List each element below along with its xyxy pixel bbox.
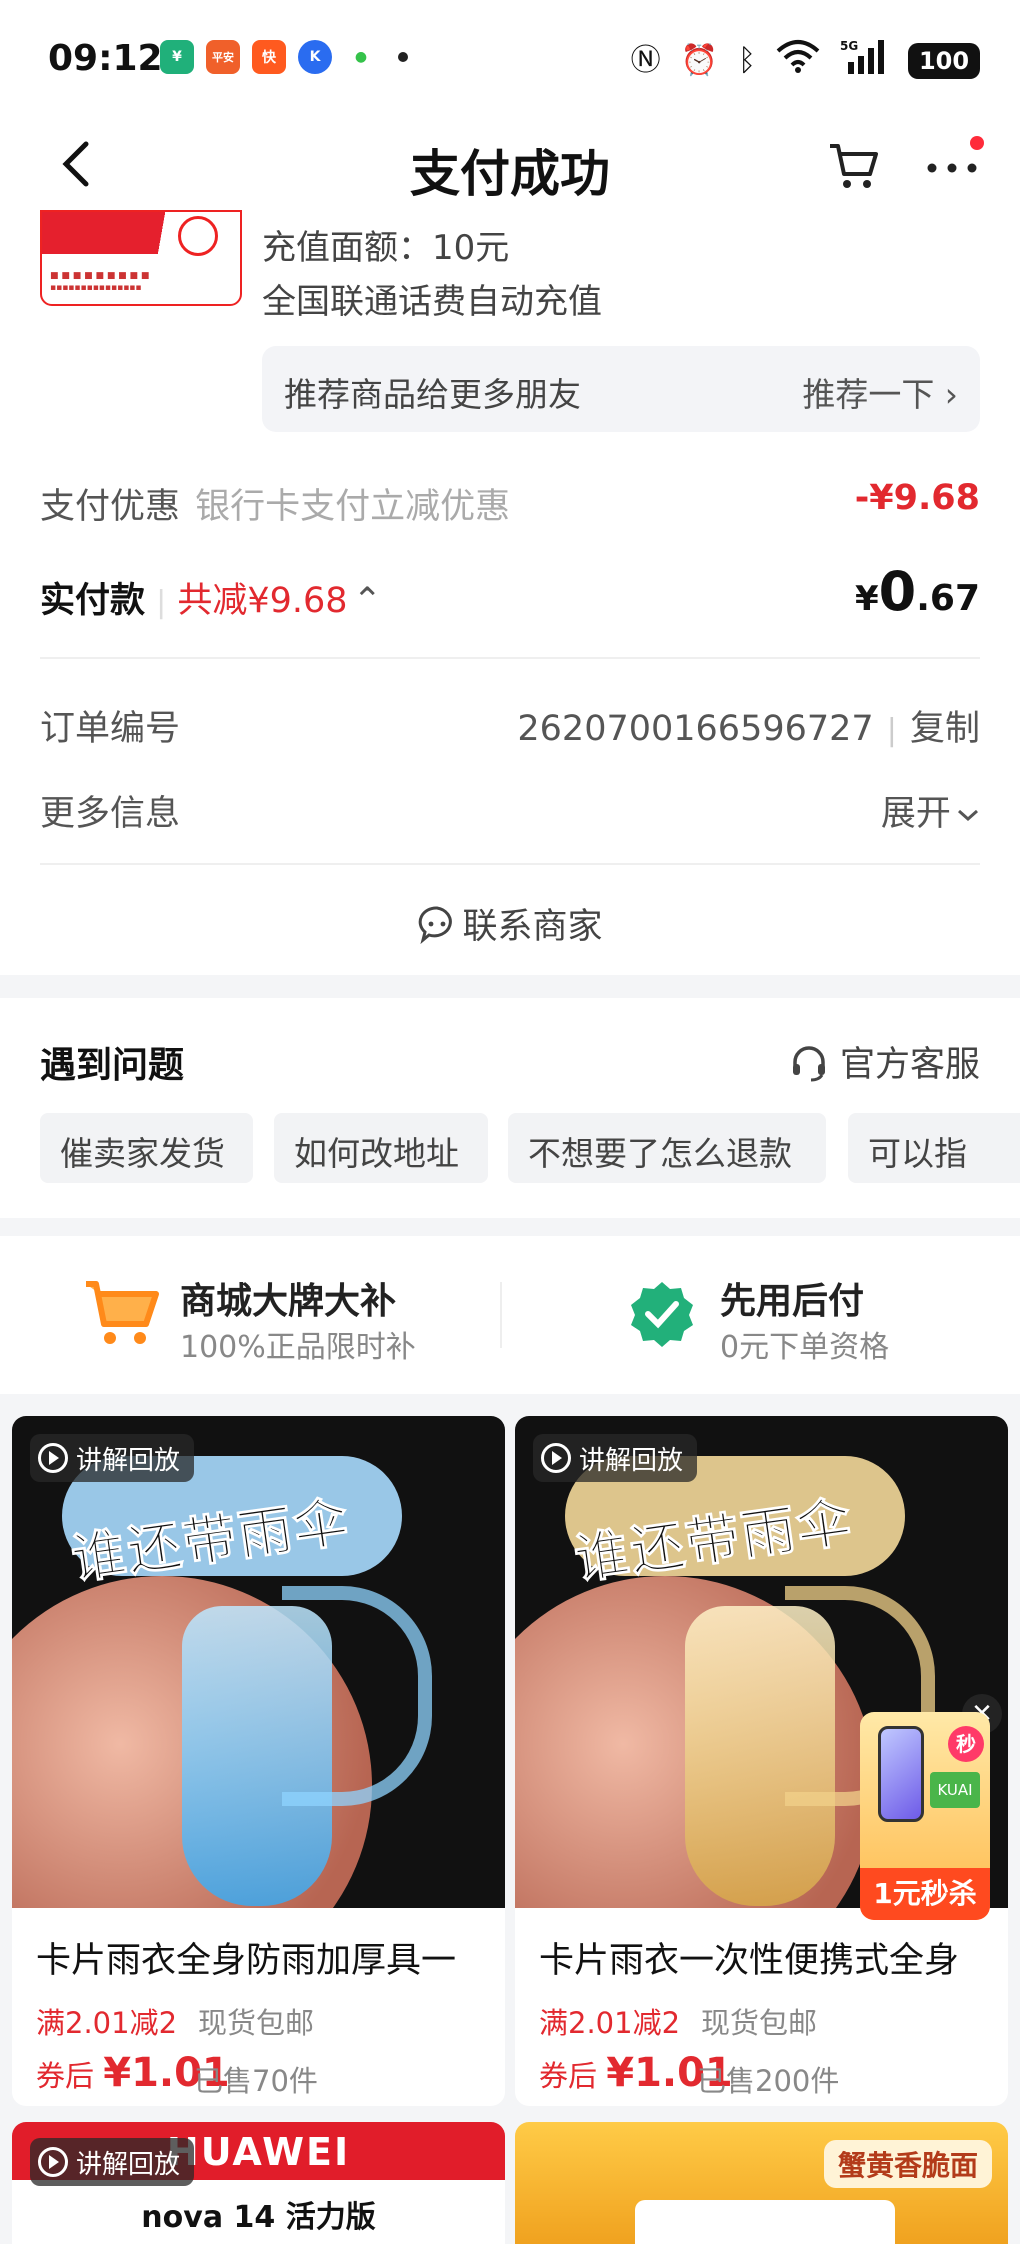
svg-text:5G: 5G [840,39,858,53]
verified-check-icon [631,1282,693,1347]
product-card[interactable]: 蟹黄香脆面 [515,2122,1008,2244]
more-info-row[interactable]: 更多信息 展开 [40,785,980,836]
total-saved[interactable]: 共减¥9.68 [177,581,347,621]
nav-bar: 支付成功 [0,120,1020,210]
chevron-down-icon [958,809,978,822]
promo-pay-later[interactable]: 先用后付 0元下单资格 [510,1236,1020,1394]
more-options-icon[interactable] [924,146,980,186]
bluetooth-icon: ᛒ [738,42,756,78]
status-time: 09:12 [48,38,163,79]
alarm-icon: ⏰ [680,42,718,78]
official-service-label: 官方客服 [839,1045,980,1085]
order-summary-card: ■ ■ ■ ■ ■ ■ ■ ■ ■ ▪▪▪▪▪▪▪▪▪▪▪▪▪▪▪ 充值面额：10… [0,210,1020,975]
paid-amount: ¥0.67 [854,560,980,623]
flash-sale-widget[interactable]: KUAI 秒 1元秒杀 [860,1712,990,1920]
coupon-tag: 满2.01减2 [539,2006,681,2040]
promo-title: 商城大牌大补 [180,1281,397,1322]
discount-value: -¥9.68 [854,478,980,518]
signal-icon: 5G [840,38,888,83]
contact-merchant-button[interactable]: 联系商家 [0,898,1020,949]
status-bar: 09:12 ¥ 平安 快 K ● Ⓝ ⏰ ᛒ 5G 100 [0,0,1020,120]
promo-subtitle: 0元下单资格 [720,1330,890,1365]
wechat-like-icon: ● [344,40,378,74]
discount-row: 支付优惠 银行卡支付立减优惠 -¥9.68 [40,478,980,529]
problem-chip[interactable]: 如何改地址 [274,1113,488,1183]
discount-label: 支付优惠 [40,487,181,527]
paid-row: 实付款 | 共减¥9.68 ⌃ ¥0.67 [40,560,980,623]
problem-chip[interactable]: 可以指 [848,1113,1020,1183]
problem-chip[interactable]: 不想要了怎么退款 [508,1113,826,1183]
replay-badge: 讲解回放 [533,1434,698,1482]
play-icon [38,1443,68,1473]
shopping-cart-icon [86,1281,159,1344]
discount-desc: 银行卡支付立减优惠 [195,487,511,527]
product-title[interactable]: 卡片雨衣一次性便携式全身 [539,1932,999,1983]
kuai-tag: KUAI [930,1772,980,1808]
recharge-amount: 充值面额：10元 [262,228,510,268]
shipping-tag: 现货包邮 [198,2006,315,2040]
play-icon [38,2147,68,2177]
headset-icon [792,1046,825,1082]
flash-sale-label: 1元秒杀 [860,1868,990,1920]
cart-icon[interactable] [826,138,880,192]
product-model: nova 14 活力版 [141,2200,376,2235]
notification-icons: ¥ 平安 快 K ● [160,40,408,74]
order-number: 2620700166596727 [517,709,874,749]
product-card[interactable]: 谁还带雨伞 讲解回放 卡片雨衣全身防雨加厚具一 满2.01减2 现货包邮 券后 … [12,1416,505,2106]
contact-merchant-label: 联系商家 [462,907,603,947]
order-number-row: 订单编号 2620700166596727 | 复制 [40,709,980,749]
expand-button[interactable]: 展开 [881,794,951,834]
k-app-icon: K [298,40,332,74]
coupon-tag: 满2.01减2 [36,2006,178,2040]
promo-strip: 商城大牌大补 100%正品限时补 先用后付 0元下单资格 [0,1236,1020,1394]
nfc-icon: Ⓝ [630,42,661,78]
replay-badge: 讲解回放 [30,1434,195,1482]
paid-label: 实付款 [40,581,146,621]
replay-badge: 讲解回放 [30,2138,195,2186]
wifi-icon [776,39,820,82]
product-name[interactable]: 全国联通话费自动充值 [262,274,602,323]
product-tag: 蟹黄香脆面 [823,2140,992,2188]
product-thumbnail[interactable]: ■ ■ ■ ■ ■ ■ ■ ■ ■ ▪▪▪▪▪▪▪▪▪▪▪▪▪▪▪ [40,210,242,306]
problem-chip[interactable]: 催卖家发货 [40,1113,253,1183]
recommend-banner[interactable]: 推荐商品给更多朋友 推荐一下 › [262,346,980,432]
problem-section: 遇到问题 官方客服 催卖家发货 如何改地址 不想要了怎么退款 可以指 [0,998,1020,1218]
promo-title: 先用后付 [720,1281,865,1322]
problem-title: 遇到问题 [40,1045,185,1086]
unicom-logo-icon [178,216,218,256]
product-image[interactable]: 谁还带雨伞 讲解回放 [12,1416,505,1908]
official-service-button[interactable]: 官方客服 [789,1036,980,1087]
notification-dot [970,136,984,150]
wallet-app-icon: ¥ [160,40,194,74]
sold-count: 已售200件 [697,2064,840,2098]
chat-bubble-icon [419,906,453,945]
more-info-label: 更多信息 [40,794,181,834]
pingan-bank-icon: 平安 [206,40,240,74]
battery-indicator: 100 [908,42,980,79]
product-title[interactable]: 卡片雨衣全身防雨加厚具一 [36,1932,496,1983]
play-icon [541,1443,571,1473]
recommend-label: 推荐商品给更多朋友 [284,375,581,414]
promo-subtitle: 100%正品限时补 [180,1330,416,1365]
chevron-up-icon[interactable]: ⌃ [353,581,382,621]
product-card[interactable]: HUAWEI nova 14 活力版 讲解回放 [12,2122,505,2244]
flash-badge: 秒 [948,1726,984,1762]
phone-thumbnail [878,1726,924,1822]
kuaishou-icon: 快 [252,40,286,74]
sold-count: 已售70件 [194,2064,318,2098]
promo-brand-subsidy[interactable]: 商城大牌大补 100%正品限时补 [0,1236,500,1394]
shipping-tag: 现货包邮 [701,2006,818,2040]
order-no-label: 订单编号 [40,709,181,749]
recommend-button[interactable]: 推荐一下 › [802,368,958,416]
copy-button[interactable]: 复制 [910,709,980,749]
more-notifications-dot [398,52,408,62]
